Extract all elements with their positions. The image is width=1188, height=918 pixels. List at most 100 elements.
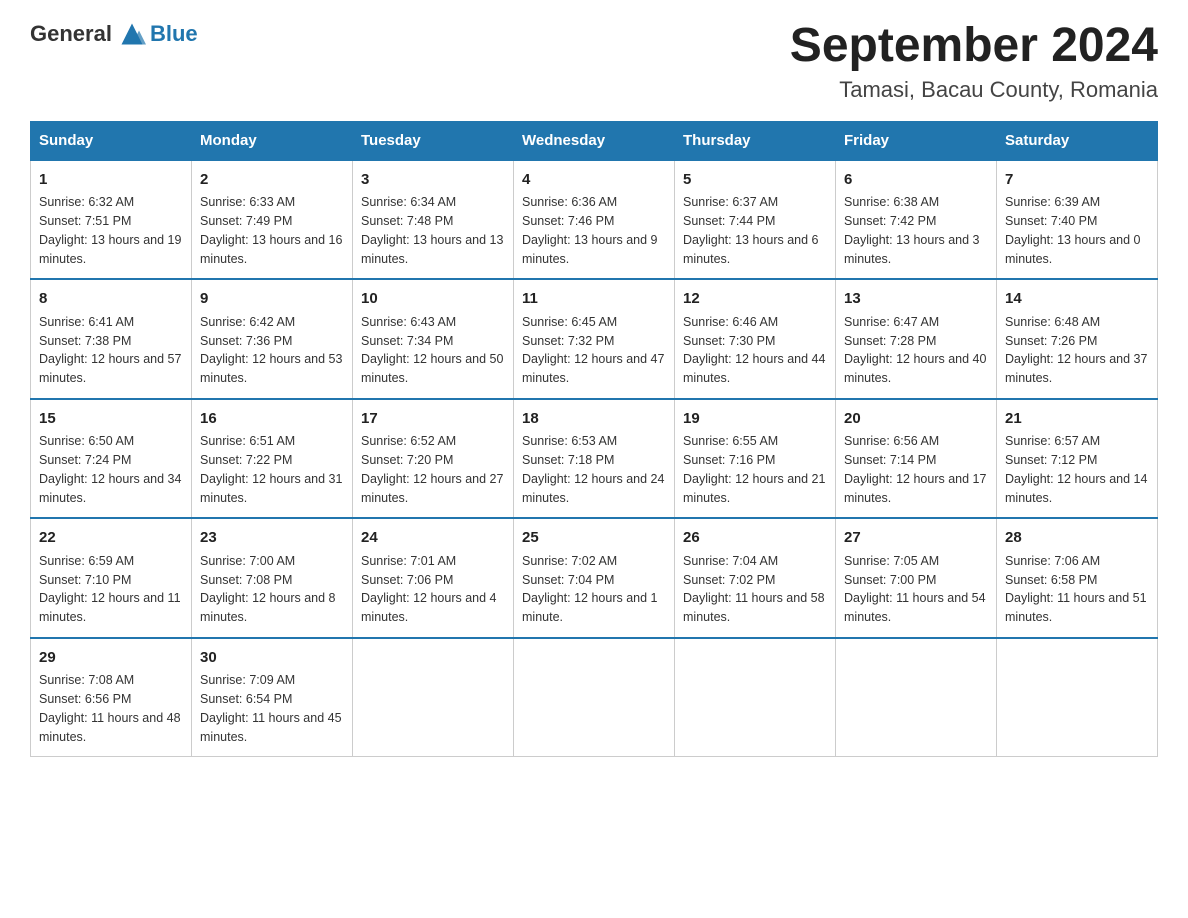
daylight-label: Daylight: 11 hours and 45 minutes. — [200, 711, 342, 744]
day-number: 21 — [1005, 408, 1149, 431]
day-number: 1 — [39, 169, 183, 192]
sunrise-label: Sunrise: 7:05 AM — [844, 554, 939, 568]
daylight-label: Daylight: 12 hours and 21 minutes. — [683, 472, 825, 505]
sunrise-label: Sunrise: 6:36 AM — [522, 195, 617, 209]
calendar-cell: 4 Sunrise: 6:36 AM Sunset: 7:46 PM Dayli… — [514, 160, 675, 280]
calendar-cell — [514, 638, 675, 757]
sunset-label: Sunset: 7:08 PM — [200, 573, 292, 587]
logo: General Blue — [30, 20, 198, 48]
day-number: 2 — [200, 169, 344, 192]
sunrise-label: Sunrise: 7:04 AM — [683, 554, 778, 568]
daylight-label: Daylight: 12 hours and 47 minutes. — [522, 352, 664, 385]
column-header-monday: Monday — [192, 121, 353, 160]
calendar-cell: 18 Sunrise: 6:53 AM Sunset: 7:18 PM Dayl… — [514, 399, 675, 519]
calendar-cell: 28 Sunrise: 7:06 AM Sunset: 6:58 PM Dayl… — [997, 518, 1158, 638]
day-number: 7 — [1005, 169, 1149, 192]
day-number: 23 — [200, 527, 344, 550]
calendar-cell: 21 Sunrise: 6:57 AM Sunset: 7:12 PM Dayl… — [997, 399, 1158, 519]
calendar-header-row: SundayMondayTuesdayWednesdayThursdayFrid… — [31, 121, 1158, 160]
sunrise-label: Sunrise: 6:56 AM — [844, 434, 939, 448]
calendar-cell: 1 Sunrise: 6:32 AM Sunset: 7:51 PM Dayli… — [31, 160, 192, 280]
sunrise-label: Sunrise: 6:43 AM — [361, 315, 456, 329]
calendar-cell: 15 Sunrise: 6:50 AM Sunset: 7:24 PM Dayl… — [31, 399, 192, 519]
day-number: 28 — [1005, 527, 1149, 550]
calendar-cell: 11 Sunrise: 6:45 AM Sunset: 7:32 PM Dayl… — [514, 279, 675, 399]
calendar-cell: 5 Sunrise: 6:37 AM Sunset: 7:44 PM Dayli… — [675, 160, 836, 280]
calendar-cell: 20 Sunrise: 6:56 AM Sunset: 7:14 PM Dayl… — [836, 399, 997, 519]
day-number: 27 — [844, 527, 988, 550]
sunset-label: Sunset: 6:54 PM — [200, 692, 292, 706]
sunrise-label: Sunrise: 7:01 AM — [361, 554, 456, 568]
column-header-sunday: Sunday — [31, 121, 192, 160]
sunrise-label: Sunrise: 6:50 AM — [39, 434, 134, 448]
sunrise-label: Sunrise: 6:42 AM — [200, 315, 295, 329]
daylight-label: Daylight: 12 hours and 11 minutes. — [39, 591, 181, 624]
calendar-week-row: 15 Sunrise: 6:50 AM Sunset: 7:24 PM Dayl… — [31, 399, 1158, 519]
sunset-label: Sunset: 7:40 PM — [1005, 214, 1097, 228]
sunrise-label: Sunrise: 6:37 AM — [683, 195, 778, 209]
calendar-cell: 26 Sunrise: 7:04 AM Sunset: 7:02 PM Dayl… — [675, 518, 836, 638]
sunset-label: Sunset: 7:28 PM — [844, 334, 936, 348]
sunrise-label: Sunrise: 6:55 AM — [683, 434, 778, 448]
daylight-label: Daylight: 13 hours and 6 minutes. — [683, 233, 819, 266]
day-number: 9 — [200, 288, 344, 311]
sunset-label: Sunset: 7:18 PM — [522, 453, 614, 467]
sunset-label: Sunset: 7:46 PM — [522, 214, 614, 228]
sunset-label: Sunset: 7:34 PM — [361, 334, 453, 348]
calendar-cell: 25 Sunrise: 7:02 AM Sunset: 7:04 PM Dayl… — [514, 518, 675, 638]
sunset-label: Sunset: 7:36 PM — [200, 334, 292, 348]
calendar-cell: 17 Sunrise: 6:52 AM Sunset: 7:20 PM Dayl… — [353, 399, 514, 519]
sunrise-label: Sunrise: 7:02 AM — [522, 554, 617, 568]
daylight-label: Daylight: 12 hours and 17 minutes. — [844, 472, 986, 505]
day-number: 22 — [39, 527, 183, 550]
calendar-week-row: 8 Sunrise: 6:41 AM Sunset: 7:38 PM Dayli… — [31, 279, 1158, 399]
day-number: 8 — [39, 288, 183, 311]
calendar-cell: 8 Sunrise: 6:41 AM Sunset: 7:38 PM Dayli… — [31, 279, 192, 399]
sunrise-label: Sunrise: 6:48 AM — [1005, 315, 1100, 329]
sunrise-label: Sunrise: 6:52 AM — [361, 434, 456, 448]
sunrise-label: Sunrise: 6:46 AM — [683, 315, 778, 329]
daylight-label: Daylight: 12 hours and 31 minutes. — [200, 472, 342, 505]
daylight-label: Daylight: 12 hours and 1 minute. — [522, 591, 658, 624]
sunset-label: Sunset: 7:20 PM — [361, 453, 453, 467]
day-number: 25 — [522, 527, 666, 550]
location-title: Tamasi, Bacau County, Romania — [790, 77, 1158, 103]
day-number: 13 — [844, 288, 988, 311]
sunset-label: Sunset: 7:26 PM — [1005, 334, 1097, 348]
daylight-label: Daylight: 13 hours and 19 minutes. — [39, 233, 181, 266]
sunset-label: Sunset: 7:12 PM — [1005, 453, 1097, 467]
daylight-label: Daylight: 12 hours and 4 minutes. — [361, 591, 497, 624]
sunset-label: Sunset: 7:38 PM — [39, 334, 131, 348]
sunset-label: Sunset: 7:06 PM — [361, 573, 453, 587]
day-number: 16 — [200, 408, 344, 431]
sunrise-label: Sunrise: 6:41 AM — [39, 315, 134, 329]
column-header-thursday: Thursday — [675, 121, 836, 160]
sunrise-label: Sunrise: 6:34 AM — [361, 195, 456, 209]
column-header-saturday: Saturday — [997, 121, 1158, 160]
day-number: 12 — [683, 288, 827, 311]
sunset-label: Sunset: 7:51 PM — [39, 214, 131, 228]
calendar-cell: 7 Sunrise: 6:39 AM Sunset: 7:40 PM Dayli… — [997, 160, 1158, 280]
calendar-cell — [836, 638, 997, 757]
sunrise-label: Sunrise: 6:51 AM — [200, 434, 295, 448]
sunset-label: Sunset: 7:48 PM — [361, 214, 453, 228]
daylight-label: Daylight: 11 hours and 54 minutes. — [844, 591, 986, 624]
sunrise-label: Sunrise: 6:53 AM — [522, 434, 617, 448]
sunset-label: Sunset: 7:32 PM — [522, 334, 614, 348]
day-number: 6 — [844, 169, 988, 192]
calendar-cell: 9 Sunrise: 6:42 AM Sunset: 7:36 PM Dayli… — [192, 279, 353, 399]
logo-icon — [118, 20, 146, 48]
sunset-label: Sunset: 6:56 PM — [39, 692, 131, 706]
page-header: General Blue September 2024 Tamasi, Baca… — [30, 20, 1158, 103]
day-number: 5 — [683, 169, 827, 192]
daylight-label: Daylight: 11 hours and 58 minutes. — [683, 591, 825, 624]
day-number: 18 — [522, 408, 666, 431]
calendar-cell: 23 Sunrise: 7:00 AM Sunset: 7:08 PM Dayl… — [192, 518, 353, 638]
day-number: 15 — [39, 408, 183, 431]
day-number: 10 — [361, 288, 505, 311]
calendar-cell: 2 Sunrise: 6:33 AM Sunset: 7:49 PM Dayli… — [192, 160, 353, 280]
sunset-label: Sunset: 7:04 PM — [522, 573, 614, 587]
sunrise-label: Sunrise: 6:45 AM — [522, 315, 617, 329]
calendar-cell: 13 Sunrise: 6:47 AM Sunset: 7:28 PM Dayl… — [836, 279, 997, 399]
calendar-cell: 29 Sunrise: 7:08 AM Sunset: 6:56 PM Dayl… — [31, 638, 192, 757]
